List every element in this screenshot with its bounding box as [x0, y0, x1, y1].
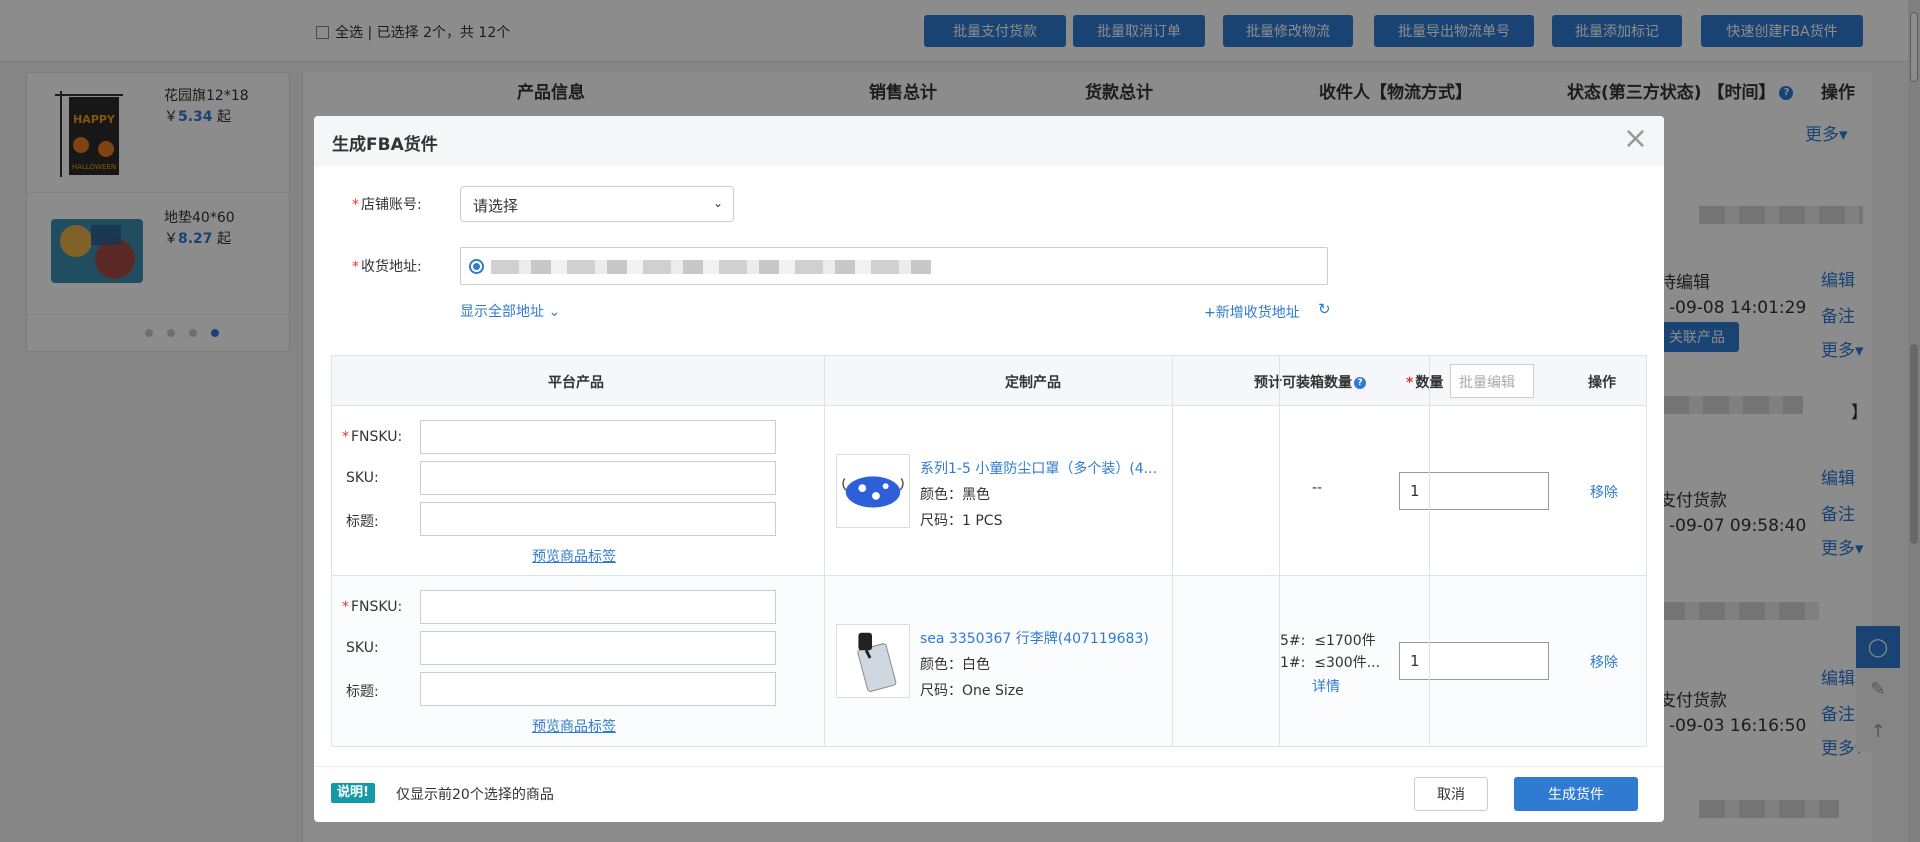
store-label-text: 店铺账号:: [361, 197, 422, 213]
address-label: * 收货地址:: [352, 259, 422, 275]
note-badge: 说明!: [331, 783, 375, 803]
estimate-box-1: 1#: ≤300件...: [1280, 655, 1381, 671]
address-option[interactable]: [460, 247, 1328, 285]
product-color: 颜色：黑色: [920, 487, 990, 503]
generate-shipment-button[interactable]: 生成货件: [1514, 777, 1638, 811]
column-divider: [1279, 356, 1280, 746]
estimate-detail-link[interactable]: 详情: [1312, 676, 1340, 696]
dialog-footer: 说明! 仅显示前20个选择的商品 取消 生成货件: [314, 766, 1664, 822]
create-fba-dialog: 生成FBA货件 × * 店铺账号: 请选择 ⌄ * 收货地址: 显示全部地址 ⌄ +…: [314, 116, 1664, 822]
col-estimate: 预计可装箱数量?: [1254, 372, 1366, 392]
quantity-input[interactable]: 1: [1399, 642, 1549, 680]
batch-edit-input[interactable]: 批量编辑: [1450, 364, 1534, 398]
product-color: 颜色：白色: [920, 657, 990, 673]
col-platform-product: 平台产品: [548, 375, 604, 391]
show-all-addresses-text: 显示全部地址: [460, 304, 544, 320]
refresh-icon[interactable]: ↻: [1318, 300, 1331, 318]
product-name-link[interactable]: 系列1-5 小童防尘口罩（多个装）(4...: [920, 458, 1157, 478]
preview-label-link[interactable]: 预览商品标签: [532, 716, 616, 736]
col-ops: 操作: [1588, 375, 1616, 391]
sku-label: SKU:: [346, 470, 379, 486]
double-chevron-down-icon: ⌄: [548, 304, 561, 320]
table-row: * FNSKU: SKU: 标题: 预览商品标签 系列1-5 小童防尘口罩（多个装…: [332, 406, 1646, 576]
sku-label: SKU:: [346, 640, 379, 656]
note-text: 仅显示前20个选择的商品: [396, 787, 554, 803]
help-icon[interactable]: ?: [1354, 377, 1366, 389]
sku-input[interactable]: [420, 461, 776, 495]
address-radio[interactable]: [469, 259, 484, 274]
product-image-luggage-tag[interactable]: [836, 624, 910, 698]
custom-product-cell: sea 3350367 行李牌(407119683) 颜色：白色 尺码：One …: [822, 576, 1242, 746]
fnsku-label-text: FNSKU:: [351, 599, 403, 615]
product-size: 尺码：1 PCS: [920, 513, 1003, 529]
blurred-address: [491, 260, 931, 274]
product-name-link[interactable]: sea 3350367 行李牌(407119683): [920, 628, 1149, 648]
sku-input[interactable]: [420, 631, 776, 665]
custom-product-cell: 系列1-5 小童防尘口罩（多个装）(4... 颜色：黑色 尺码：1 PCS: [822, 406, 1242, 576]
address-label-text: 收货地址:: [361, 259, 422, 275]
remove-link[interactable]: 移除: [1590, 652, 1618, 672]
dialog-title: 生成FBA货件: [332, 135, 438, 155]
add-address-link[interactable]: +新增收货地址: [1204, 302, 1300, 322]
title-input[interactable]: [420, 672, 776, 706]
chevron-down-icon: ⌄: [712, 196, 723, 210]
fnsku-input[interactable]: [420, 590, 776, 624]
title-input[interactable]: [420, 502, 776, 536]
title-label: 标题:: [346, 514, 379, 530]
fnsku-label: * FNSKU:: [342, 599, 403, 615]
product-table: 平台产品 定制产品 预计可装箱数量? *数量 批量编辑 操作 *FNSKU: S…: [331, 355, 1647, 747]
column-divider: [1172, 356, 1173, 746]
fnsku-label: * FNSKU:: [342, 429, 403, 445]
remove-link[interactable]: 移除: [1590, 482, 1618, 502]
column-divider: [824, 356, 825, 746]
estimate-box-5: 5#: ≤1700件: [1280, 633, 1376, 649]
col-qty: *数量: [1406, 372, 1443, 392]
fnsku-label-text: FNSKU:: [351, 429, 403, 445]
close-icon[interactable]: ×: [1623, 124, 1648, 154]
quantity-input[interactable]: 1: [1399, 472, 1549, 510]
show-all-addresses-link[interactable]: 显示全部地址 ⌄: [460, 301, 560, 321]
store-select-value: 请选择: [473, 197, 519, 215]
cancel-button[interactable]: 取消: [1414, 777, 1488, 811]
dialog-header: 生成FBA货件 ×: [314, 116, 1664, 166]
fnsku-input[interactable]: [420, 420, 776, 454]
col-estimate-label: 预计可装箱数量: [1254, 375, 1352, 391]
plus-icon: +: [1204, 305, 1216, 321]
column-divider: [1429, 356, 1430, 746]
table-header: 平台产品 定制产品 预计可装箱数量? *数量 批量编辑 操作: [332, 356, 1646, 406]
add-address-text: 新增收货地址: [1215, 305, 1300, 321]
title-label: 标题:: [346, 684, 379, 700]
store-label: * 店铺账号:: [352, 197, 422, 213]
preview-label-link[interactable]: 预览商品标签: [532, 546, 616, 566]
table-row: * FNSKU: SKU: 标题: 预览商品标签 sea 3350367 行李牌(…: [332, 576, 1646, 746]
store-select[interactable]: 请选择 ⌄: [460, 186, 734, 222]
product-size: 尺码：One Size: [920, 683, 1024, 699]
estimate-value: --: [1312, 480, 1323, 496]
product-image-mask[interactable]: [836, 454, 910, 528]
col-custom-product: 定制产品: [1005, 375, 1061, 391]
